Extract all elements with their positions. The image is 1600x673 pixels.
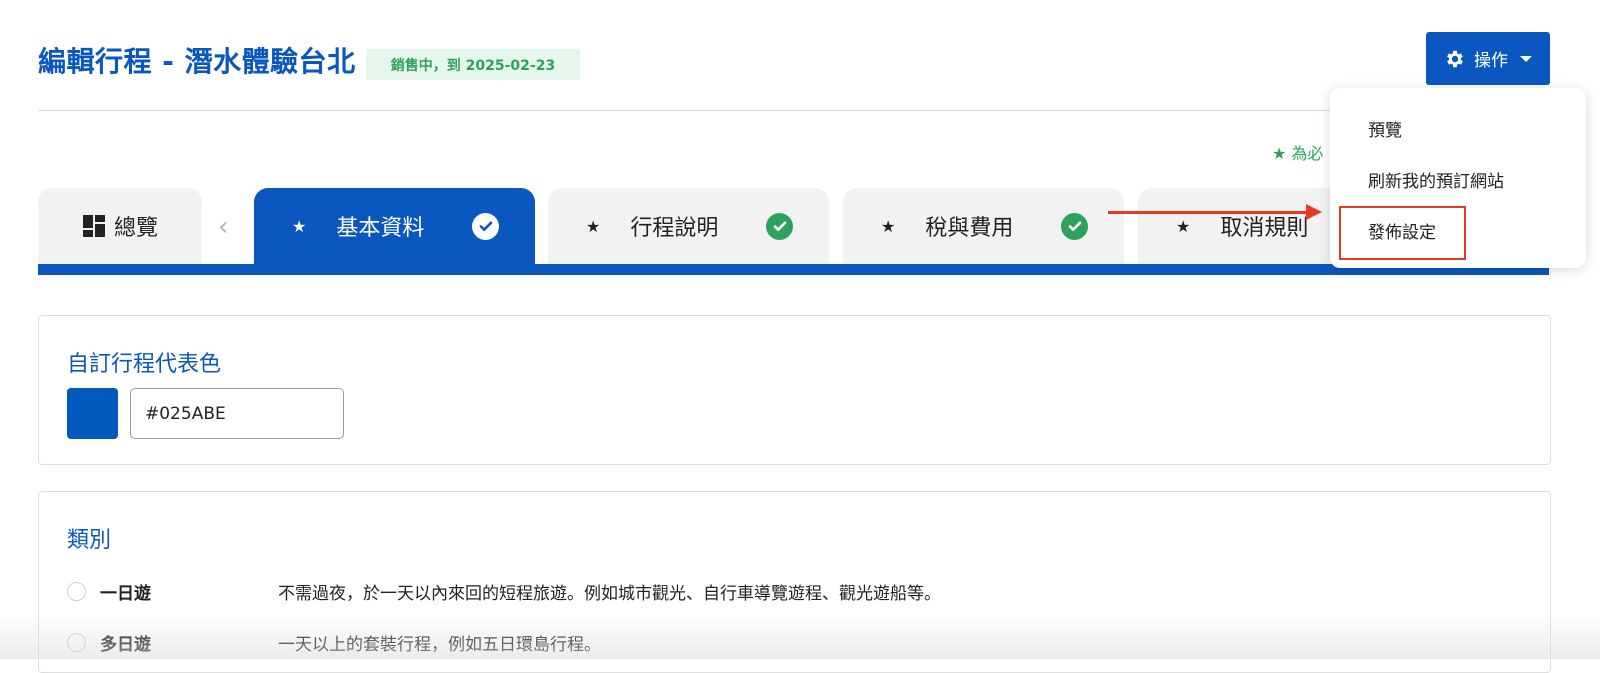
option-description: 不需過夜，於一天以內來回的短程旅遊。例如城市觀光、自行車導覽遊程、觀光遊船等。	[278, 584, 941, 604]
check-circle-icon	[472, 212, 499, 240]
required-star-icon: ★	[292, 216, 307, 236]
radio-button[interactable]	[67, 633, 86, 652]
radio-button[interactable]	[67, 582, 86, 601]
highlight-box	[1339, 206, 1466, 260]
actions-menu-button[interactable]: 操作	[1426, 32, 1550, 85]
color-section-title: 自訂行程代表色	[67, 352, 222, 377]
required-star-icon: ★	[1176, 216, 1191, 236]
check-circle-icon	[1061, 212, 1088, 240]
option-description: 一天以上的套裝行程，例如五日環島行程。	[278, 635, 601, 655]
tab-tax-fees[interactable]: ★ 稅與費用	[843, 188, 1124, 264]
color-swatch[interactable]	[67, 388, 118, 439]
actions-menu-label: 操作	[1474, 51, 1508, 71]
menu-item-refresh-site[interactable]: 刷新我的預訂網站	[1368, 167, 1504, 192]
tab-label: 總覽	[114, 216, 159, 241]
category-section-title: 類別	[67, 528, 112, 553]
category-option-day-trip[interactable]: 一日遊 不需過夜，於一天以內來回的短程旅遊。例如城市觀光、自行車導覽遊程、觀光遊…	[67, 579, 941, 604]
required-star-icon: ★	[881, 216, 896, 236]
chevron-down-icon	[1520, 55, 1532, 62]
tabs-underline	[38, 264, 1549, 275]
annotation-arrow	[1108, 211, 1310, 214]
option-label: 多日遊	[100, 635, 151, 655]
chevron-left-icon[interactable]: ‹	[218, 212, 228, 242]
option-label: 一日遊	[100, 584, 151, 604]
header-divider	[38, 110, 1549, 111]
required-star-icon: ★	[586, 216, 601, 236]
tab-itinerary[interactable]: ★ 行程說明	[548, 188, 829, 264]
color-hex-input[interactable]	[130, 388, 344, 439]
tab-label: 稅與費用	[925, 216, 1014, 241]
tab-basic-info[interactable]: ★ 基本資料	[254, 188, 535, 264]
tab-overview[interactable]: 總覽	[38, 188, 202, 264]
dashboard-icon	[83, 215, 105, 237]
tab-label: 行程說明	[630, 216, 719, 241]
menu-item-preview[interactable]: 預覽	[1368, 116, 1402, 141]
category-option-multi-day[interactable]: 多日遊 一天以上的套裝行程，例如五日環島行程。	[67, 630, 601, 655]
tab-label: 基本資料	[336, 216, 425, 241]
color-card: 自訂行程代表色	[38, 315, 1551, 465]
check-circle-icon	[766, 212, 793, 240]
page-title: 編輯行程 - 潛水體驗台北	[38, 45, 356, 78]
arrow-right-icon	[1306, 204, 1322, 220]
gear-icon	[1447, 50, 1463, 67]
category-card: 類別 一日遊 不需過夜，於一天以內來回的短程旅遊。例如城市觀光、自行車導覽遊程、…	[38, 491, 1551, 673]
required-note: ★ 為必	[1272, 144, 1324, 163]
status-badge: 銷售中，到 2025-02-23	[366, 49, 580, 80]
